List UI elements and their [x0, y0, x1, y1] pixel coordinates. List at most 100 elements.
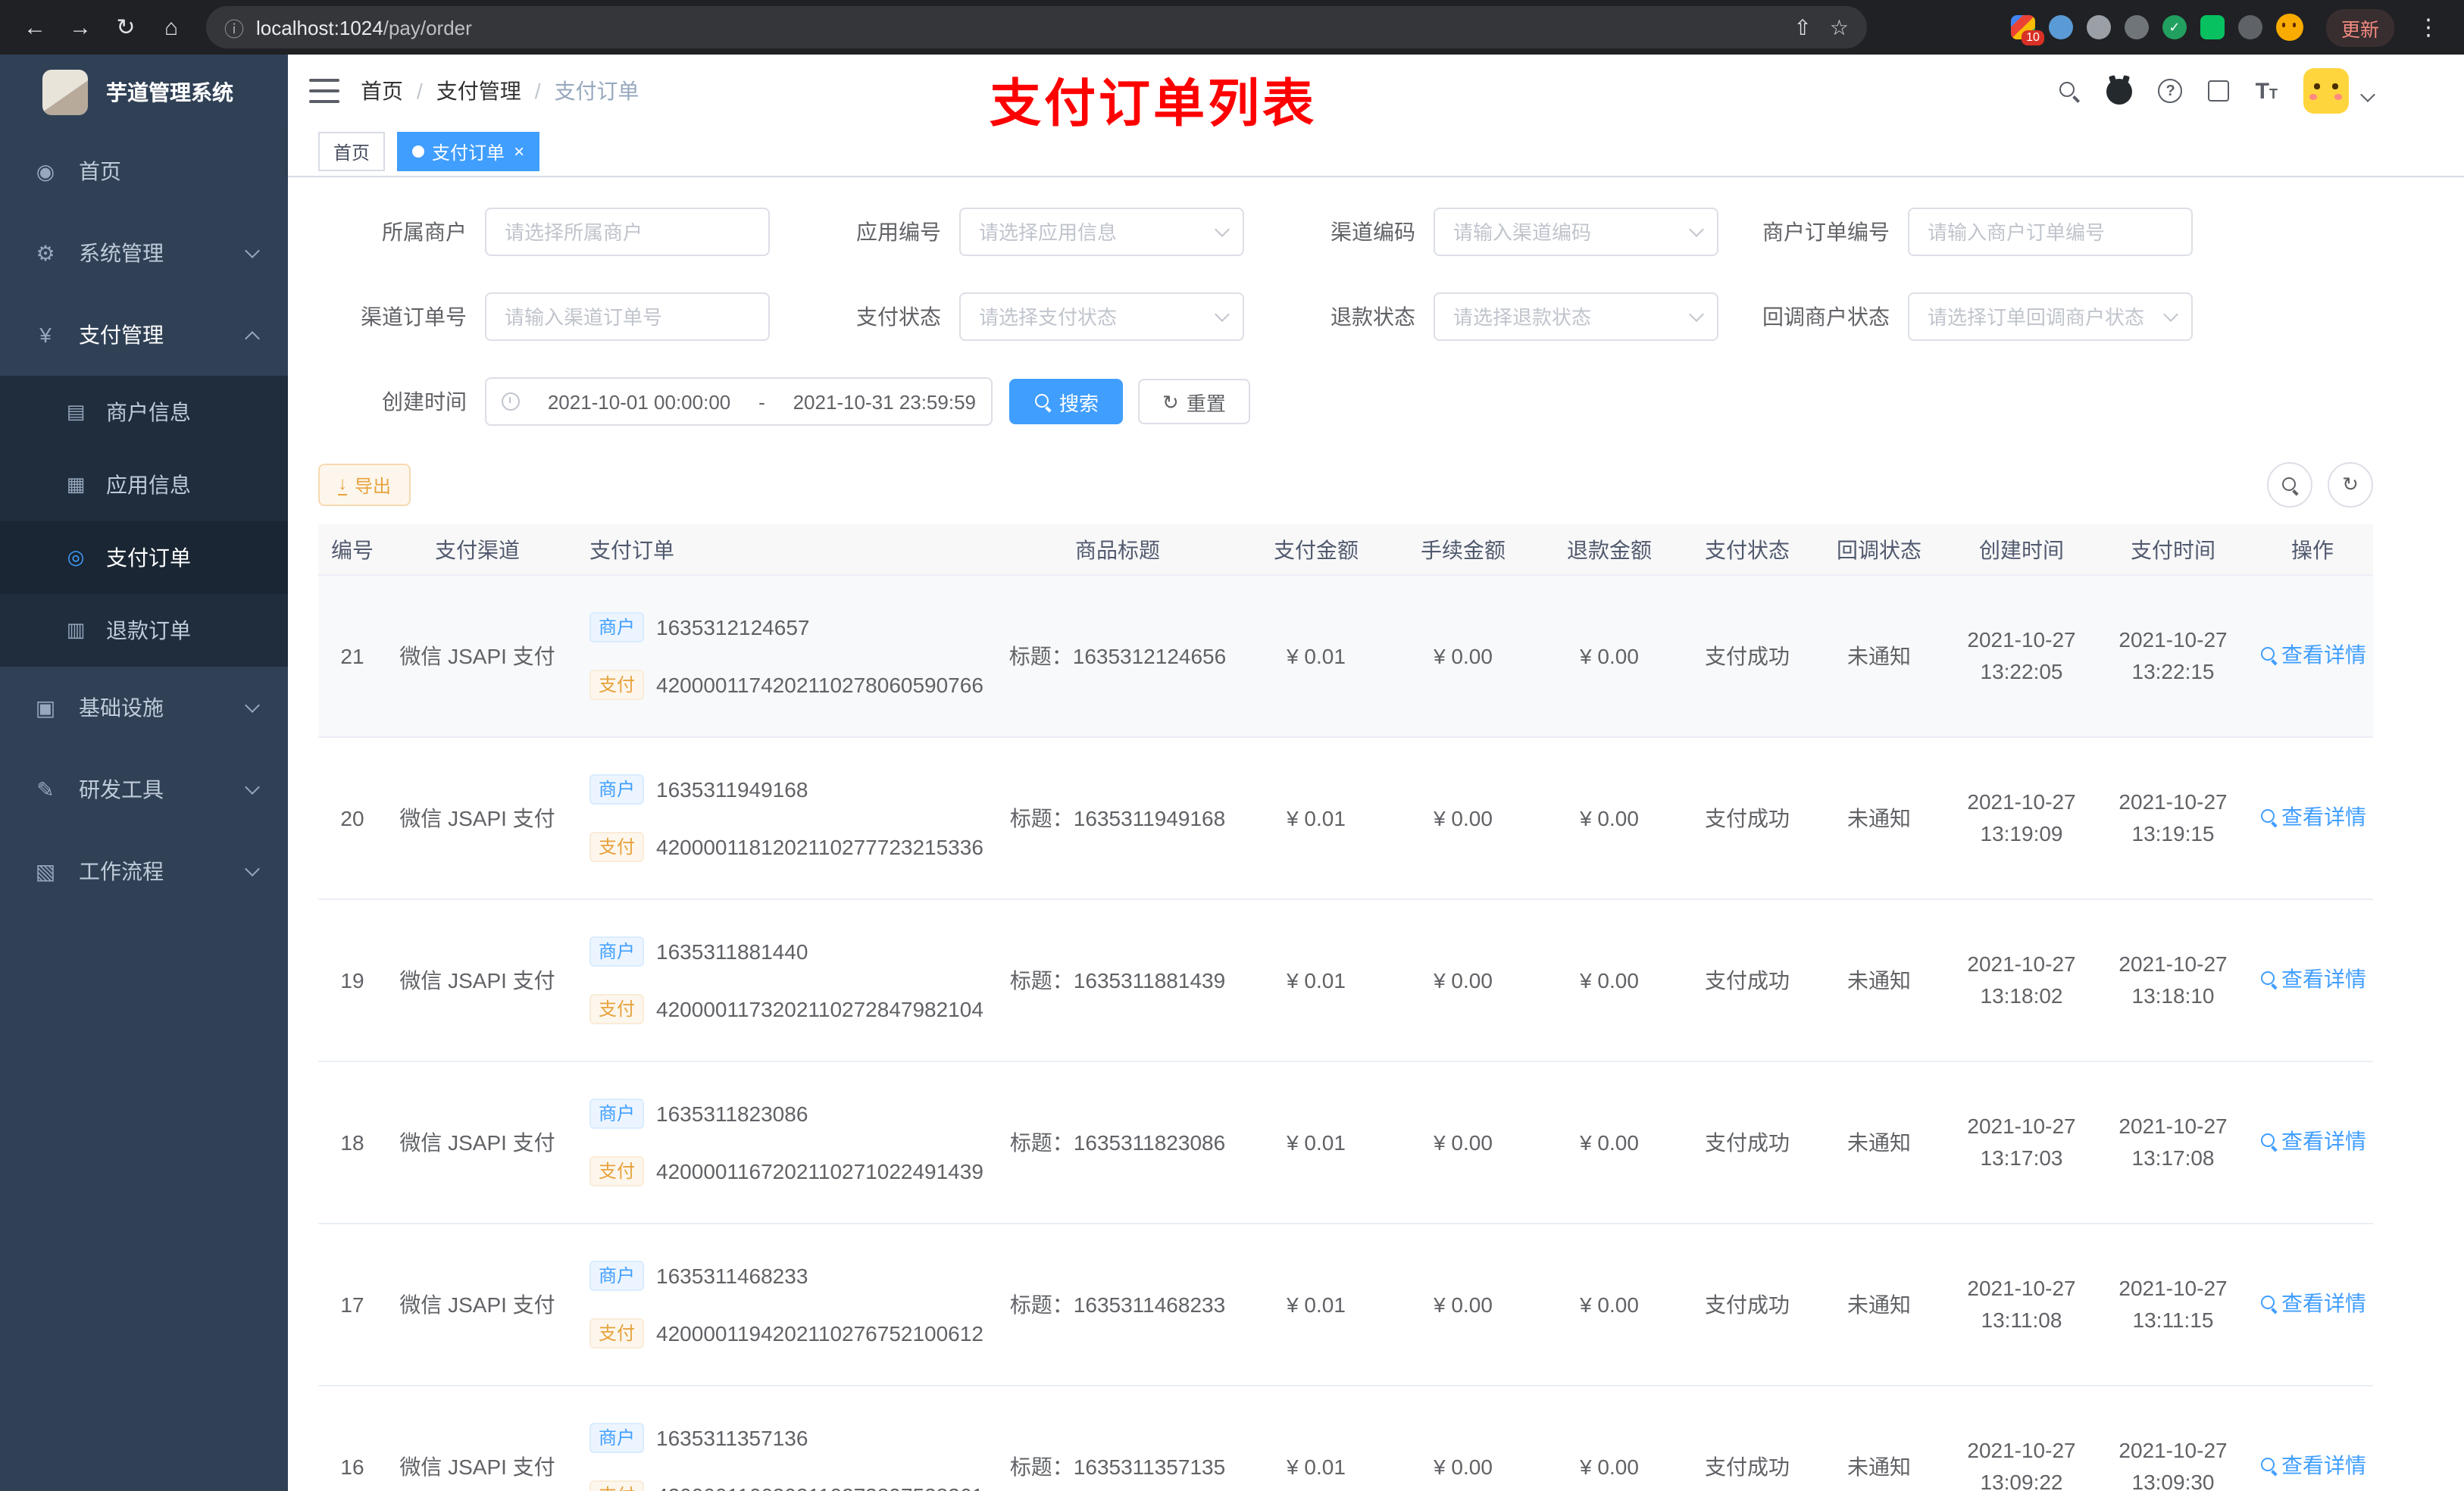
column-header: 编号 — [331, 537, 374, 561]
home-button[interactable]: ⌂ — [152, 8, 191, 47]
browser-menu-icon[interactable]: ⋮ — [2408, 14, 2449, 41]
merchant-order-no-input[interactable] — [1908, 208, 2193, 256]
view-detail-link[interactable]: 查看详情 — [2259, 1450, 2366, 1482]
sidebar-menu: ◉ 首页 ⚙ 系统管理 ¥ 支付管理 ▤ 商户信息 ▦ 应用信息 ◎ 支付订单 ▥ 退款订单 ▣ 基础设施 ✎ 研… — [0, 130, 288, 912]
cell-notify: 未通知 — [1847, 1454, 1911, 1478]
refresh-table-button[interactable]: ↻ — [2328, 462, 2373, 508]
search-button[interactable]: 搜索 — [1009, 379, 1124, 424]
column-header: 支付时间 — [2131, 537, 2215, 561]
sidebar-item-merchant-info[interactable]: ▤ 商户信息 — [0, 376, 288, 449]
cell-refund: ¥ 0.00 — [1580, 643, 1639, 667]
cell-id: 21 — [340, 643, 364, 667]
app-id-select[interactable] — [959, 208, 1244, 256]
sidebar-item-home[interactable]: ◉ 首页 — [0, 130, 288, 212]
cell-title: 标题：1635311881439 — [1009, 967, 1226, 992]
extension-icon[interactable] — [2124, 15, 2149, 39]
cell-amount: ¥ 0.01 — [1287, 1130, 1346, 1154]
extension-icon[interactable]: 10 — [2010, 15, 2044, 45]
cell-fee: ¥ 0.00 — [1434, 1292, 1493, 1316]
channel-order-no-input[interactable] — [485, 292, 770, 341]
forward-button[interactable]: → — [61, 8, 100, 47]
font-size-icon[interactable]: TT — [2256, 78, 2278, 104]
sidebar-item-refund-order[interactable]: ▥ 退款订单 — [0, 594, 288, 667]
view-detail-link[interactable]: 查看详情 — [2259, 639, 2366, 671]
active-dot — [412, 145, 425, 158]
cell-channel: 微信 JSAPI 支付 — [399, 1130, 555, 1154]
extension-icon[interactable] — [2086, 15, 2111, 39]
table-header: 编号 支付渠道 支付订单 商品标题 支付金额 手续金额 退款金额 支付状态 回调状态 创建时间 支付… — [318, 524, 2373, 576]
sidebar-item-system[interactable]: ⚙ 系统管理 — [0, 212, 288, 294]
refund-status-select[interactable] — [1434, 292, 1718, 341]
extension-icon[interactable] — [2048, 15, 2073, 39]
pay-order-icon: ◎ — [67, 545, 85, 568]
tab-pay-order[interactable]: 支付订单 × — [397, 132, 540, 171]
toggle-search-button[interactable] — [2267, 462, 2312, 508]
view-detail-link[interactable]: 查看详情 — [2259, 1126, 2366, 1158]
browser-profile-avatar[interactable] — [2275, 14, 2303, 41]
sidebar-item-infra[interactable]: ▣ 基础设施 — [0, 667, 288, 749]
view-detail-link[interactable]: 查看详情 — [2259, 1288, 2366, 1320]
app-logo[interactable]: 芋道管理系统 — [0, 55, 288, 130]
close-icon[interactable]: × — [514, 141, 524, 162]
notify-status-select[interactable] — [1908, 292, 2193, 341]
breadcrumb-pay[interactable]: 支付管理 — [436, 76, 521, 106]
fullscreen-icon[interactable] — [2208, 80, 2230, 102]
sidebar-item-devtools[interactable]: ✎ 研发工具 — [0, 749, 288, 830]
table-row: 18 微信 JSAPI 支付 商户 1635311823086 支付 4200001167… — [318, 1062, 2373, 1224]
date-start: 2021-10-01 00:00:00 — [547, 390, 731, 413]
view-detail-link[interactable]: 查看详情 — [2259, 964, 2366, 996]
reload-button[interactable]: ↻ — [106, 8, 145, 47]
cell-notify: 未通知 — [1847, 643, 1911, 667]
cell-fee: ¥ 0.00 — [1434, 1130, 1493, 1154]
cell-action: 查看详情 — [2249, 1450, 2376, 1484]
extension-icon[interactable]: ✓ — [2162, 15, 2187, 39]
channel-code-select[interactable] — [1434, 208, 1718, 256]
cell-fee: ¥ 0.00 — [1434, 643, 1493, 667]
tab-home[interactable]: 首页 — [318, 132, 386, 171]
sidebar-item-pay-order[interactable]: ◎ 支付订单 — [0, 521, 288, 594]
reset-button[interactable]: ↻ 重置 — [1138, 379, 1250, 424]
view-detail-link[interactable]: 查看详情 — [2259, 802, 2366, 833]
date-range-picker[interactable]: 2021-10-01 00:00:00 - 2021-10-31 23:59:5… — [485, 377, 993, 426]
cell-action: 查看详情 — [2249, 1288, 2376, 1322]
address-bar[interactable]: ⓘ localhost:1024/pay/order ⇧ ☆ — [206, 6, 1867, 48]
cell-order: 商户 1635311949168 支付 42000011812021102777232… — [568, 774, 993, 863]
pay-status-select[interactable] — [959, 292, 1244, 341]
bookmark-star-icon[interactable]: ☆ — [1830, 14, 1849, 40]
pay-order-no: 4200001194202110276752100612 — [656, 1321, 983, 1345]
breadcrumb: 首页 / 支付管理 / 支付订单 — [361, 76, 639, 106]
sidebar-item-pay[interactable]: ¥ 支付管理 — [0, 294, 288, 376]
extensions-puzzle-icon[interactable] — [2237, 15, 2262, 39]
share-icon[interactable]: ⇧ — [1793, 14, 1811, 40]
user-avatar[interactable] — [2303, 68, 2349, 114]
help-icon[interactable]: ? — [2158, 79, 2183, 103]
merchant-tag: 商户 — [589, 774, 645, 805]
sidebar-item-workflow[interactable]: ▧ 工作流程 — [0, 830, 288, 912]
sidebar-item-app-info[interactable]: ▦ 应用信息 — [0, 449, 288, 521]
hamburger-icon[interactable] — [309, 79, 339, 103]
chevron-down-icon[interactable] — [2360, 86, 2375, 102]
column-header: 支付渠道 — [435, 537, 520, 561]
chevron-down-icon — [245, 780, 260, 795]
merchant-filter-input[interactable] — [485, 208, 770, 256]
export-button[interactable]: ↓ 导出 — [318, 464, 411, 506]
devtools-icon: ✎ — [36, 777, 55, 801]
tags-view: 首页 支付订单 × — [288, 127, 2464, 177]
search-icon — [2259, 1295, 2277, 1313]
column-header: 创建时间 — [1979, 537, 2064, 561]
cell-create-time: 2021-10-27 13:09:22 — [1967, 1438, 2076, 1491]
cell-order: 商户 1635311881440 支付 42000011732021102728479… — [568, 936, 993, 1025]
cell-id: 19 — [340, 967, 364, 992]
back-button[interactable]: ← — [15, 8, 55, 47]
github-icon[interactable] — [2106, 78, 2133, 104]
cell-pay-time: 2021-10-27 13:18:10 — [2118, 952, 2228, 1008]
browser-update-button[interactable]: 更新 — [2325, 8, 2394, 46]
table-row: 20 微信 JSAPI 支付 商户 1635311949168 支付 4200001181… — [318, 738, 2373, 900]
search-icon[interactable] — [2059, 80, 2081, 102]
extension-icon[interactable] — [2200, 15, 2225, 39]
site-info-icon[interactable]: ⓘ — [224, 13, 244, 42]
breadcrumb-home[interactable]: 首页 — [361, 76, 403, 106]
date-end: 2021-10-31 23:59:59 — [793, 390, 976, 413]
search-icon — [2259, 971, 2277, 989]
merchant-tag: 商户 — [589, 1261, 645, 1291]
